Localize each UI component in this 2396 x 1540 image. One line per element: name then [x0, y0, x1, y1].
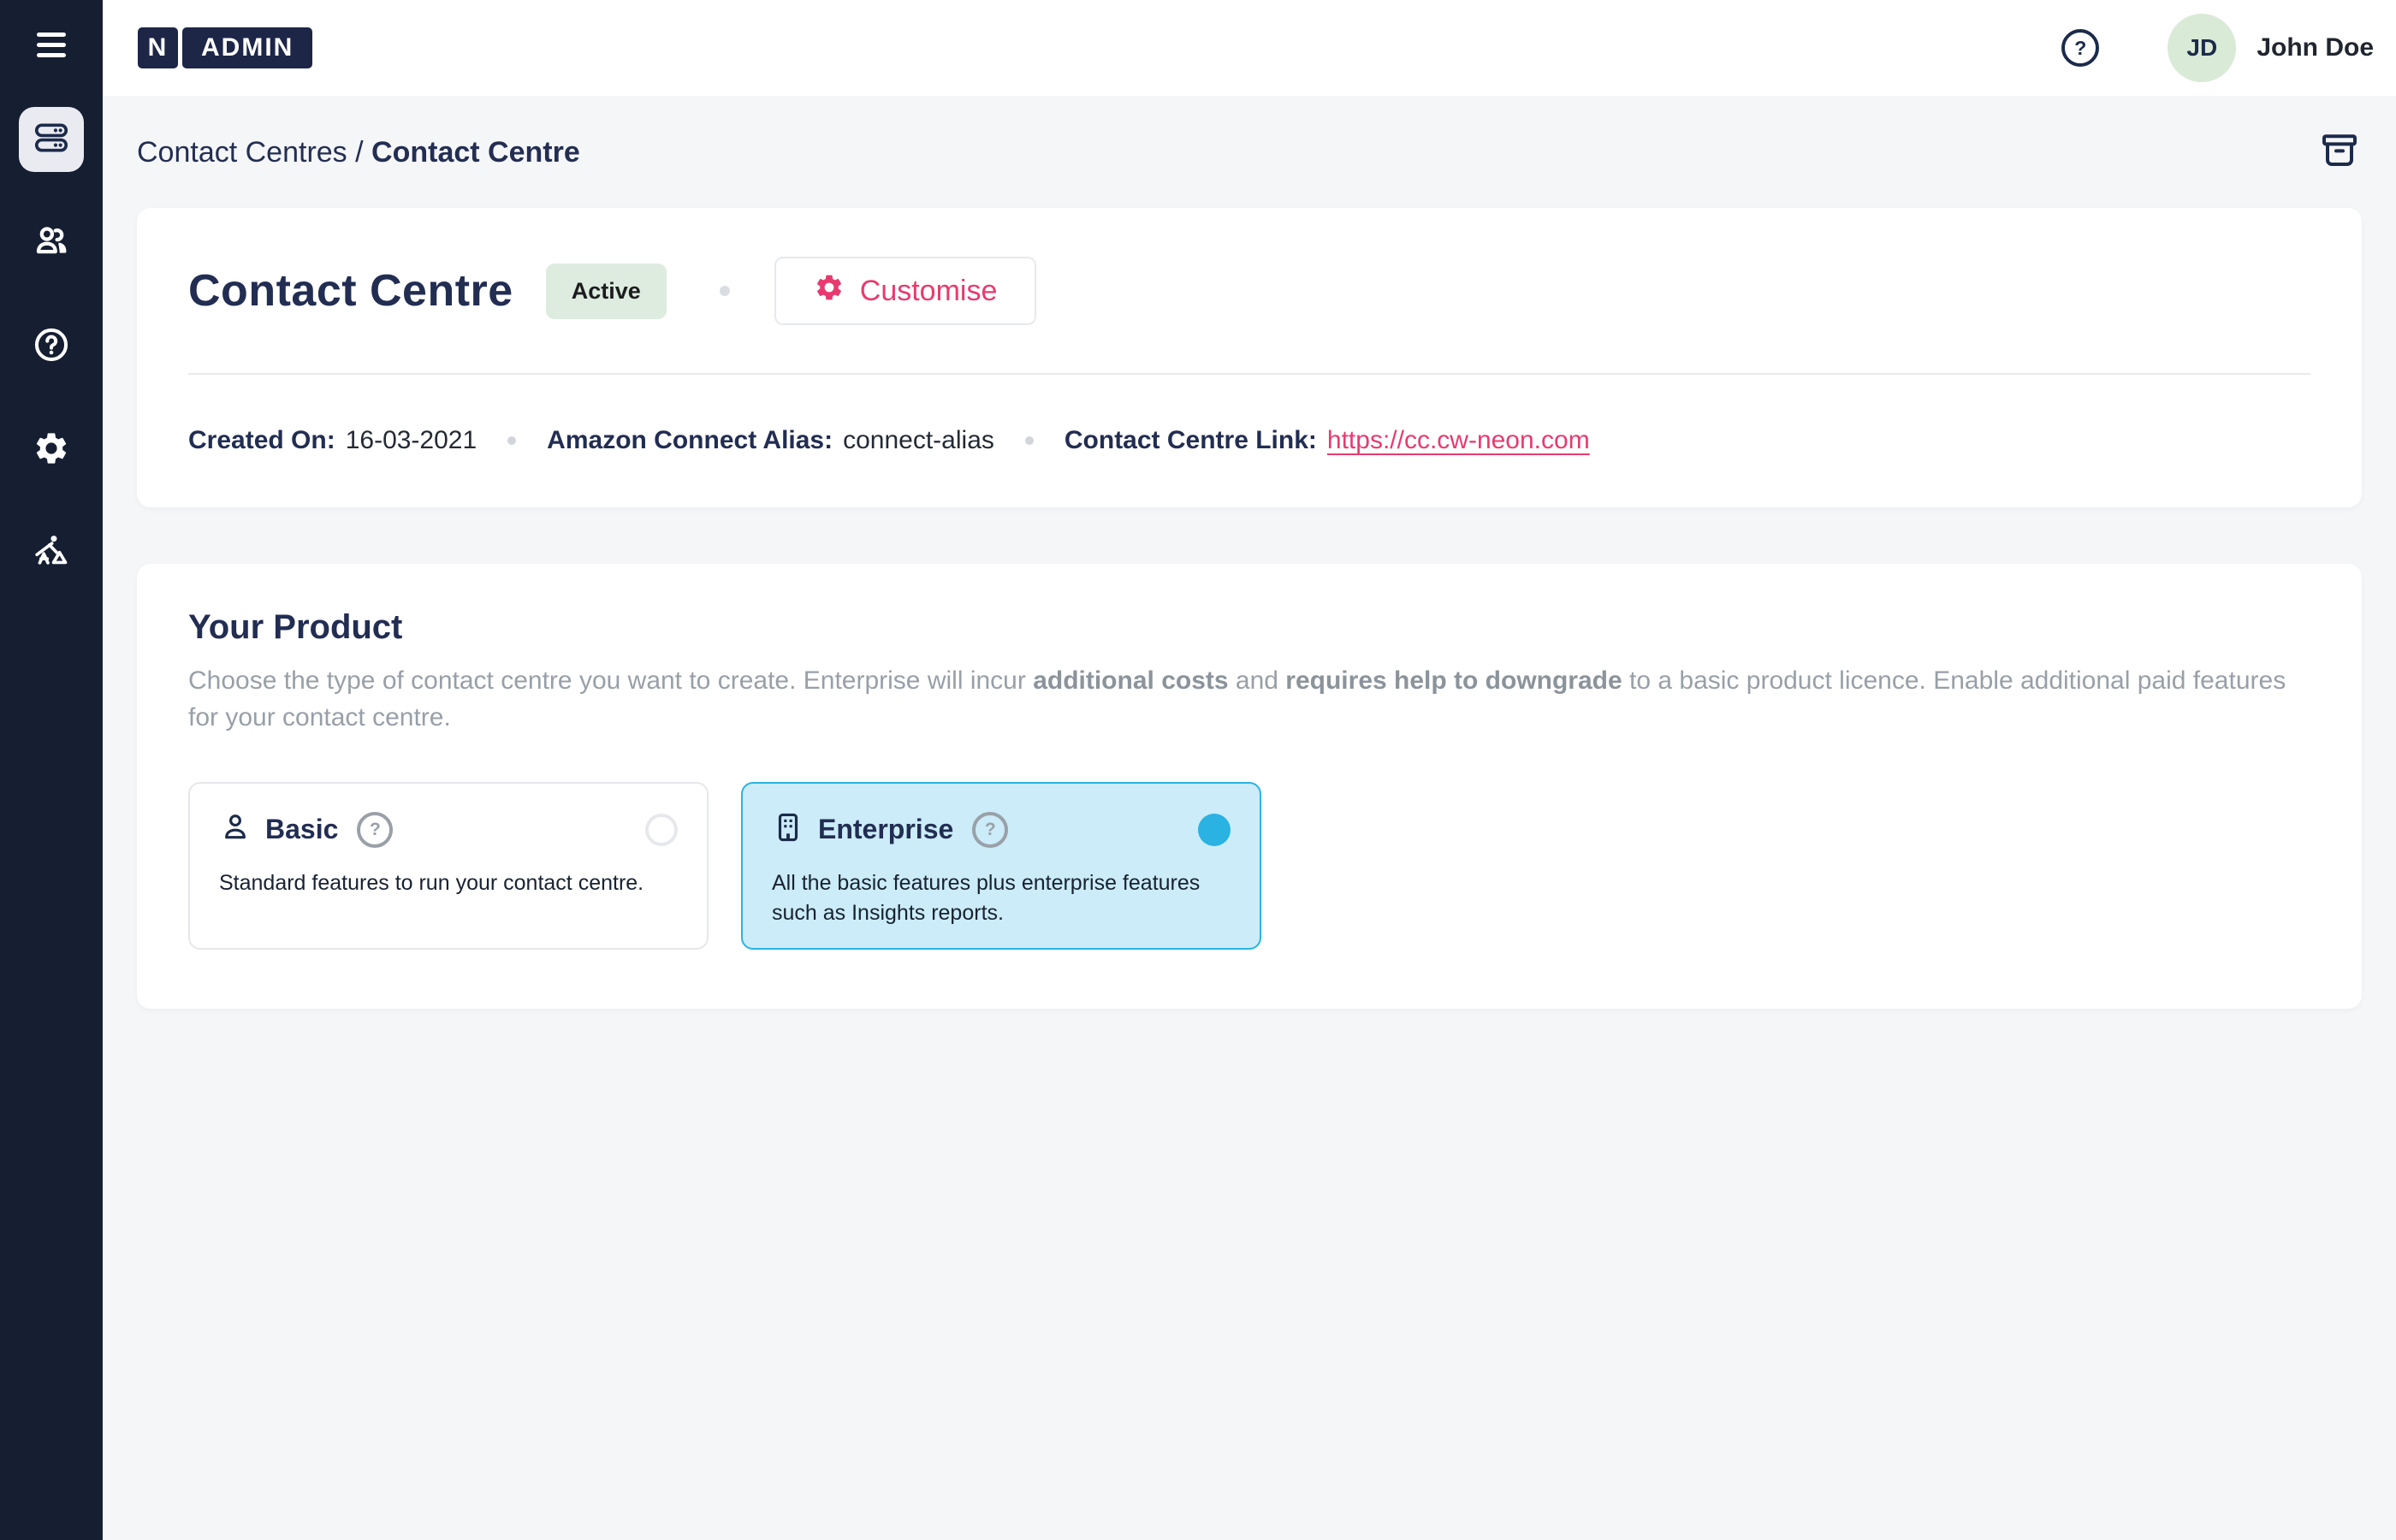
gear-icon [33, 429, 70, 471]
server-stack-icon [33, 119, 70, 161]
customise-button[interactable]: Customise [774, 257, 1037, 325]
meta-label-link: Contact Centre Link: [1065, 426, 1317, 455]
desc-segment: and [1229, 666, 1286, 695]
separator-dot [1025, 436, 1034, 445]
breadcrumb-separator: / [355, 136, 371, 169]
sidebar-item-maintenance[interactable] [19, 521, 84, 586]
meta-value-alias: connect-alias [843, 426, 994, 455]
option-name: Basic [265, 814, 338, 845]
topbar: N ADMIN ? JD John Doe [103, 0, 2396, 96]
option-description: Standard features to run your contact ce… [219, 868, 678, 898]
option-basic[interactable]: Basic ? Standard features to run your co… [188, 782, 709, 950]
meta-label-alias: Amazon Connect Alias: [547, 426, 833, 455]
section-description: Choose the type of contact centre you wa… [188, 662, 2310, 736]
topbar-right: ? JD John Doe [2061, 14, 2374, 82]
archive-button[interactable] [2317, 130, 2362, 175]
contact-centre-card: Contact Centre Active Customise Created … [137, 208, 2362, 507]
app-logo: N ADMIN [138, 27, 312, 68]
option-name: Enterprise [818, 814, 953, 845]
user-name: John Doe [2257, 33, 2374, 62]
person-icon [219, 811, 252, 848]
hamburger-bar [37, 53, 66, 57]
help-icon[interactable]: ? [2061, 29, 2099, 67]
status-badge: Active [546, 264, 667, 319]
option-title-row: Basic ? [219, 811, 678, 848]
breadcrumb-parent[interactable]: Contact Centres [137, 136, 347, 169]
title-row: Contact Centre Active Customise [188, 256, 2310, 326]
option-enterprise[interactable]: Enterprise ? All the basic features plus… [741, 782, 1261, 950]
customise-label: Customise [860, 275, 998, 308]
gear-icon [814, 272, 845, 311]
contact-centre-link[interactable]: https://cc.cw-neon.com [1327, 426, 1590, 455]
under-construction-icon [33, 533, 70, 575]
page-title: Contact Centre [188, 265, 513, 317]
divider [188, 373, 2310, 375]
sidebar-item-help[interactable] [19, 314, 84, 379]
logo-admin: ADMIN [182, 27, 312, 68]
avatar[interactable]: JD [2168, 14, 2236, 82]
separator-dot [507, 436, 516, 445]
breadcrumb-current: Contact Centre [371, 136, 580, 169]
question-help-icon[interactable]: ? [972, 812, 1008, 848]
breadcrumb: Contact Centres / Contact Centre [137, 136, 580, 169]
radio-enterprise[interactable] [1198, 814, 1231, 846]
meta-row: Created On: 16-03-2021 Amazon Connect Al… [188, 426, 2310, 455]
desc-segment: Choose the type of contact centre you wa… [188, 666, 1033, 695]
question-help-icon[interactable]: ? [357, 812, 393, 848]
meta-label-created-on: Created On: [188, 426, 335, 455]
sidebar-item-settings[interactable] [19, 418, 84, 483]
your-product-card: Your Product Choose the type of contact … [137, 564, 2362, 1009]
help-circle-icon [33, 326, 70, 368]
section-title: Your Product [188, 608, 2310, 647]
sidebar-nav [19, 107, 84, 586]
archive-box-icon [2319, 130, 2360, 175]
breadcrumb-row: Contact Centres / Contact Centre [137, 128, 2362, 176]
option-description: All the basic features plus enterprise f… [772, 868, 1231, 928]
sidebar-item-users[interactable] [19, 210, 84, 275]
meta-value-created-on: 16-03-2021 [346, 426, 477, 455]
product-options: Basic ? Standard features to run your co… [188, 782, 2310, 950]
hamburger-bar [37, 33, 66, 37]
desc-segment-bold: additional costs [1033, 666, 1228, 695]
hamburger-bar [37, 43, 66, 47]
option-title-row: Enterprise ? [772, 811, 1231, 848]
hamburger-menu-icon[interactable] [37, 33, 66, 57]
logo-n: N [138, 27, 178, 68]
sidebar-item-contact-centres[interactable] [19, 107, 84, 172]
main-content: Contact Centres / Contact Centre Contact… [103, 0, 2396, 1009]
desc-segment-bold: requires help to downgrade [1285, 666, 1622, 695]
users-icon [33, 222, 70, 264]
radio-basic[interactable] [645, 814, 678, 846]
building-icon [772, 811, 804, 848]
sidebar [0, 0, 103, 1540]
separator-dot [720, 286, 730, 296]
